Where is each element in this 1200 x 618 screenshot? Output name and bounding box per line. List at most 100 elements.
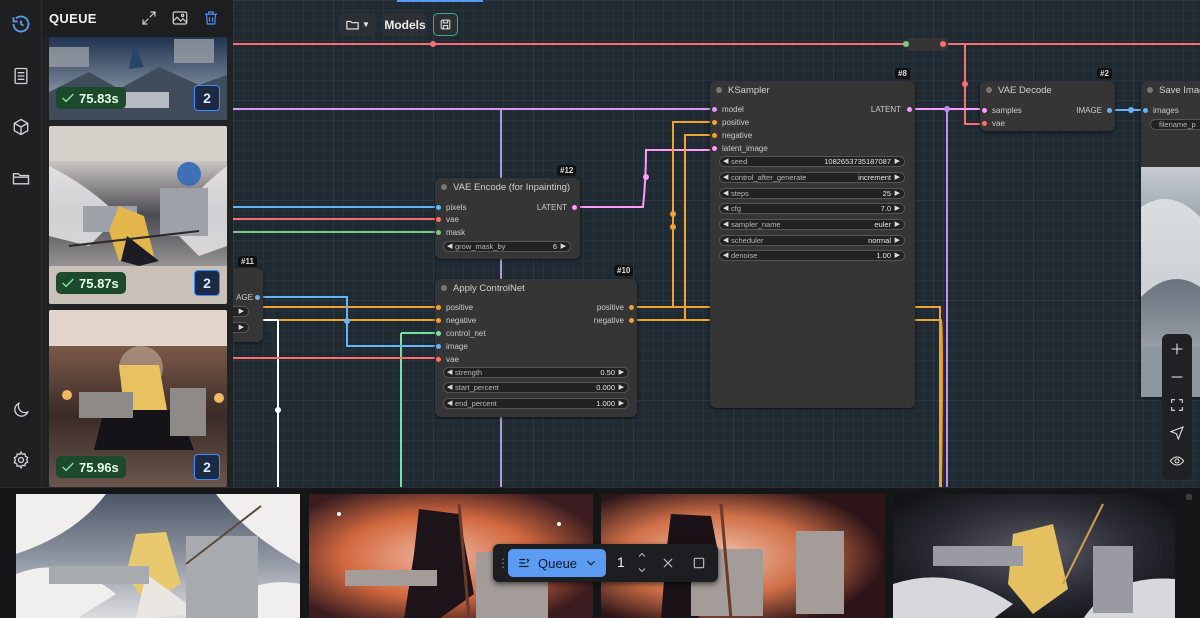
check-icon xyxy=(62,462,74,472)
chevron-down-icon: ▼ xyxy=(362,20,370,29)
end-percent-widget[interactable]: ◀ end_percent 1.000 ▶ xyxy=(443,398,629,409)
node-title[interactable]: Save Imag xyxy=(1141,81,1200,99)
cfg-widget[interactable]: ◀ cfg 7.0 ▶ xyxy=(719,203,905,214)
history-icon[interactable] xyxy=(6,9,36,39)
input-slot-dot[interactable] xyxy=(982,108,987,113)
input-slot-dot[interactable] xyxy=(712,107,717,112)
grow-mask-by-widget[interactable]: ◀ grow_mask_by 6 ▶ xyxy=(443,241,571,252)
output-slot-dot[interactable] xyxy=(629,318,634,323)
node-11-widget[interactable]: ▶ xyxy=(233,306,249,317)
sidebar-icon-bar xyxy=(0,0,42,487)
workflow-folder-button[interactable]: ▼ xyxy=(339,13,376,36)
fit-view-icon[interactable] xyxy=(1167,395,1187,415)
steps-widget[interactable]: ◀ steps 25 ▶ xyxy=(719,188,905,199)
output-slot-dot[interactable] xyxy=(1107,108,1112,113)
apply-controlnet-node[interactable]: Apply ControlNet positive negative contr… xyxy=(435,279,637,417)
input-slot-dot[interactable] xyxy=(436,230,441,235)
node-library-icon[interactable] xyxy=(6,61,36,91)
queue-item[interactable]: 75.87s 2 xyxy=(49,126,227,304)
input-slot-dot[interactable] xyxy=(712,146,717,151)
theme-moon-icon[interactable] xyxy=(6,395,36,425)
control-after-generate-widget[interactable]: ◀ control_after_generate increment ▶ xyxy=(719,172,905,183)
zoom-out-icon[interactable] xyxy=(1167,367,1187,387)
canvas-zoom-toolbar xyxy=(1162,334,1192,480)
save-icon xyxy=(440,19,451,30)
pointer-mode-icon[interactable] xyxy=(1167,423,1187,443)
node-id-badge: #11 xyxy=(238,256,257,267)
expand-icon[interactable] xyxy=(140,9,158,27)
gallery-image[interactable] xyxy=(16,494,300,618)
filename-prefix-widget[interactable]: filename_p xyxy=(1150,119,1200,130)
queue-action-bar: ⋮ Queue 1 xyxy=(493,544,718,582)
chevron-down-icon[interactable] xyxy=(636,564,648,576)
input-slot-dot[interactable] xyxy=(436,305,441,310)
duration-badge: 75.96s xyxy=(56,456,126,478)
queue-title: QUEUE xyxy=(49,11,97,26)
close-icon[interactable] xyxy=(661,556,675,570)
stop-icon[interactable] xyxy=(692,556,706,570)
node-graph-canvas[interactable]: AGE ▶ ▶ #11 #12 VAE Encode (for Inpainti… xyxy=(233,0,1200,487)
node-11-partial[interactable]: AGE ▶ ▶ xyxy=(233,268,263,342)
output-slot-dot[interactable] xyxy=(629,305,634,310)
node-title[interactable]: VAE Encode (for Inpainting) xyxy=(435,178,580,196)
output-count-badge[interactable]: 2 xyxy=(194,85,220,111)
ksampler-node[interactable]: KSampler model positive negative latent_… xyxy=(710,81,915,408)
queue-panel: QUEUE 75.83s 2 75.87s 2 75.96s 2 xyxy=(42,0,233,487)
toggle-visibility-icon[interactable] xyxy=(1167,451,1187,471)
output-count-badge[interactable]: 2 xyxy=(194,454,220,480)
node-id-badge: #8 xyxy=(895,68,910,79)
workflows-folder-icon[interactable] xyxy=(6,163,36,193)
sampler-name-widget[interactable]: ◀ sampler_name euler ▶ xyxy=(719,219,905,230)
folder-icon xyxy=(346,20,359,30)
check-icon xyxy=(62,93,74,103)
denoise-widget[interactable]: ◀ denoise 1.00 ▶ xyxy=(719,250,905,261)
output-slot-dot[interactable] xyxy=(255,295,260,300)
seed-widget[interactable]: ◀ seed 1082653735187087 ▶ xyxy=(719,156,905,167)
gallery-image[interactable] xyxy=(893,494,1175,618)
input-slot-dot[interactable] xyxy=(436,205,441,210)
strength-widget[interactable]: ◀ strength 0.50 ▶ xyxy=(443,367,629,378)
queue-item[interactable]: 75.83s 2 xyxy=(49,37,227,120)
input-slot-dot[interactable] xyxy=(436,344,441,349)
node-id-badge: #12 xyxy=(557,165,577,176)
input-slot-dot[interactable] xyxy=(436,217,441,222)
node-title[interactable]: Apply ControlNet xyxy=(435,279,637,297)
save-workflow-button[interactable] xyxy=(433,13,458,36)
trash-icon[interactable] xyxy=(202,9,220,27)
active-tab-indicator xyxy=(397,0,483,2)
input-slot-dot[interactable] xyxy=(712,133,717,138)
chevron-up-icon[interactable] xyxy=(636,549,648,561)
vae-decode-node[interactable]: VAE Decode samples vae IMAGE xyxy=(980,81,1115,131)
output-slot-dot[interactable] xyxy=(572,205,577,210)
output-count-badge[interactable]: 2 xyxy=(194,270,220,296)
queue-list-icon xyxy=(519,558,530,568)
node-11-widget[interactable]: ▶ xyxy=(233,322,249,333)
start-percent-widget[interactable]: ◀ start_percent 0.000 ▶ xyxy=(443,382,629,393)
output-slot-dot[interactable] xyxy=(907,107,912,112)
duration-badge: 75.83s xyxy=(56,87,126,109)
settings-gear-icon[interactable] xyxy=(6,445,36,475)
chevron-down-icon[interactable] xyxy=(584,556,598,570)
input-slot-dot[interactable] xyxy=(436,357,441,362)
input-slot-dot[interactable] xyxy=(1143,108,1148,113)
check-icon xyxy=(62,278,74,288)
zoom-in-icon[interactable] xyxy=(1167,339,1187,359)
gallery-scroll-handle[interactable] xyxy=(1186,494,1192,500)
scheduler-widget[interactable]: ◀ scheduler normal ▶ xyxy=(719,235,905,246)
input-slot-dot[interactable] xyxy=(436,331,441,336)
queue-panel-header: QUEUE xyxy=(42,0,233,37)
queue-button[interactable]: Queue xyxy=(508,549,606,577)
batch-count-input[interactable]: 1 xyxy=(617,554,625,570)
node-title[interactable]: KSampler xyxy=(710,81,915,99)
node-title[interactable]: VAE Decode xyxy=(980,81,1115,99)
input-slot-dot[interactable] xyxy=(436,318,441,323)
image-gallery-icon[interactable] xyxy=(171,9,189,27)
input-slot-dot[interactable] xyxy=(712,120,717,125)
input-slot-dot[interactable] xyxy=(982,121,987,126)
queue-item[interactable]: 75.96s 2 xyxy=(49,310,227,487)
vae-encode-inpainting-node[interactable]: VAE Encode (for Inpainting) pixels vae m… xyxy=(435,178,580,259)
node-id-badge: #10 xyxy=(614,265,634,276)
models-button[interactable]: Models xyxy=(383,13,427,36)
model-library-icon[interactable] xyxy=(6,112,36,142)
duration-badge: 75.87s xyxy=(56,272,126,294)
